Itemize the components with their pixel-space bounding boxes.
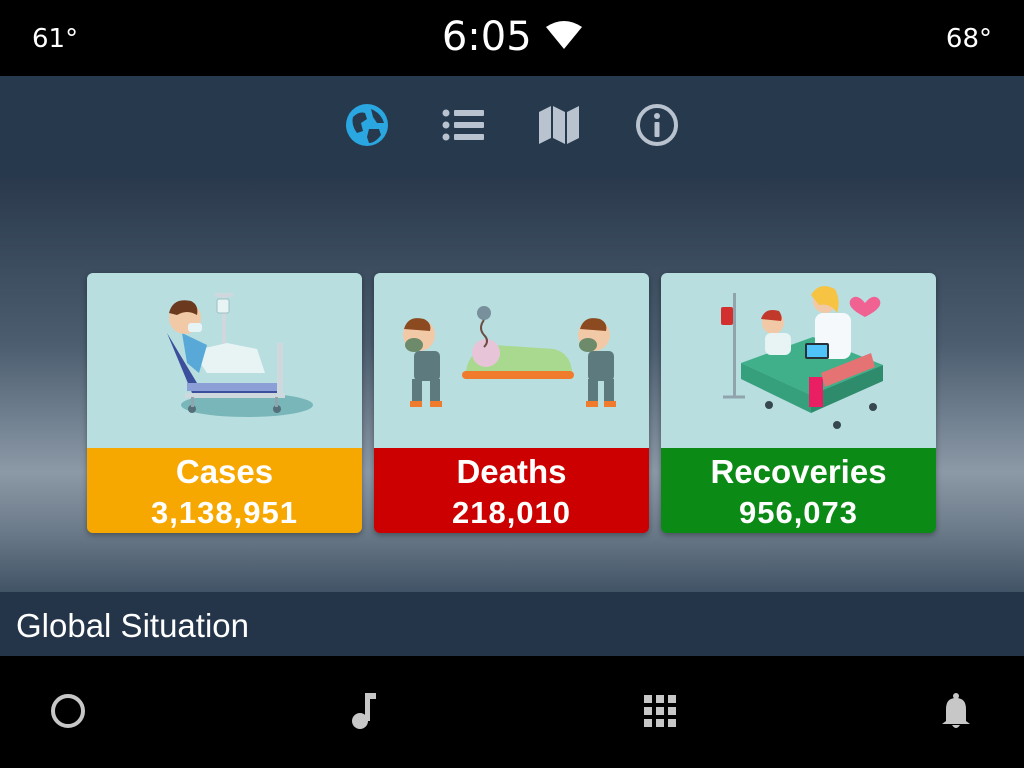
bell-icon — [940, 692, 972, 734]
nav-global-button[interactable] — [340, 100, 394, 154]
apps-button[interactable] — [635, 688, 685, 738]
cases-count: 3,138,951 — [151, 495, 298, 530]
map-icon — [539, 105, 579, 149]
globe-icon — [345, 103, 389, 152]
list-icon — [442, 108, 484, 147]
recovery-illustration — [661, 273, 936, 448]
clock: 6:05 — [441, 14, 532, 60]
notifications-button[interactable] — [931, 688, 981, 738]
patient-in-bed-illustration — [87, 273, 362, 448]
status-bar: 61° 6:05 68° — [0, 0, 1024, 76]
deaths-band: Deaths 218,010 — [374, 448, 649, 533]
outside-temperature-right: 68° — [945, 24, 992, 54]
top-nav-bar — [0, 76, 1024, 178]
home-circle-icon — [50, 693, 86, 734]
recoveries-card[interactable]: Recoveries 956,073 — [661, 273, 936, 533]
nav-list-button[interactable] — [436, 100, 490, 154]
music-note-icon — [350, 692, 376, 734]
home-button[interactable] — [43, 688, 93, 738]
stretcher-illustration — [374, 273, 649, 448]
cases-card[interactable]: Cases 3,138,951 — [87, 273, 362, 533]
deaths-card[interactable]: Deaths 218,010 — [374, 273, 649, 533]
wifi-icon — [546, 20, 583, 54]
nav-map-button[interactable] — [532, 100, 586, 154]
cases-band: Cases 3,138,951 — [87, 448, 362, 533]
bottom-dock — [0, 656, 1024, 768]
section-title: Global Situation — [16, 607, 249, 644]
main-content: Cases 3,138,951 Deaths 218,010 Recoverie… — [0, 178, 1024, 592]
music-button[interactable] — [338, 688, 388, 738]
recoveries-band: Recoveries 956,073 — [661, 448, 936, 533]
deaths-count: 218,010 — [451, 495, 572, 530]
deaths-label: Deaths — [456, 453, 567, 490]
recoveries-count: 956,073 — [738, 495, 859, 530]
clock-area: 6:05 — [0, 14, 1024, 60]
section-title-bar: Global Situation — [0, 592, 1024, 656]
nav-info-button[interactable] — [630, 100, 684, 154]
apps-grid-icon — [644, 694, 676, 732]
info-icon — [635, 103, 679, 152]
cases-label: Cases — [175, 453, 274, 490]
recoveries-label: Recoveries — [710, 453, 887, 490]
